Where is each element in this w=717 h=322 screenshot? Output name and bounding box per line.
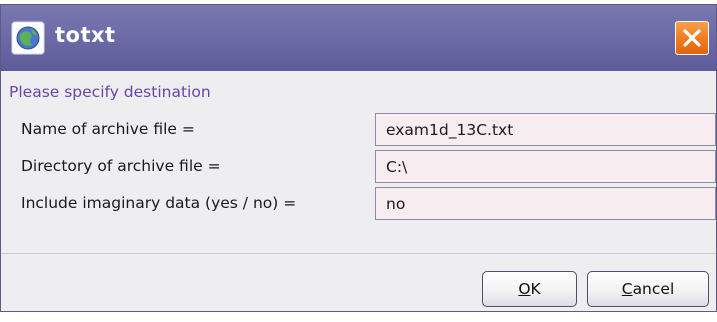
close-button[interactable] bbox=[675, 21, 709, 55]
archive-directory-label: Directory of archive file = bbox=[21, 157, 221, 175]
field-row-archive-directory: Directory of archive file = bbox=[11, 150, 716, 183]
close-icon bbox=[683, 29, 701, 47]
cancel-label-rest: ancel bbox=[632, 280, 675, 298]
imaginary-data-input[interactable] bbox=[375, 187, 716, 220]
window-title: totxt bbox=[55, 23, 116, 47]
ok-button[interactable]: OK bbox=[482, 271, 577, 307]
field-row-imaginary-data: Include imaginary data (yes / no) = bbox=[11, 187, 716, 220]
title-bar[interactable]: totxt bbox=[1, 5, 716, 71]
field-row-archive-name: Name of archive file = bbox=[11, 113, 716, 146]
totxt-dialog: totxt Please specify destination Name of… bbox=[0, 4, 717, 312]
button-separator bbox=[1, 253, 716, 254]
archive-directory-input[interactable] bbox=[375, 150, 716, 183]
cancel-mnemonic: C bbox=[621, 280, 633, 298]
archive-name-input[interactable] bbox=[375, 113, 716, 146]
cancel-button[interactable]: Cancel bbox=[587, 271, 709, 307]
imaginary-data-label: Include imaginary data (yes / no) = bbox=[21, 194, 297, 212]
app-globe-icon bbox=[11, 21, 45, 55]
ok-label-rest: K bbox=[530, 280, 541, 298]
destination-prompt: Please specify destination bbox=[9, 83, 211, 101]
ok-mnemonic: O bbox=[518, 280, 531, 298]
archive-name-label: Name of archive file = bbox=[21, 120, 195, 138]
